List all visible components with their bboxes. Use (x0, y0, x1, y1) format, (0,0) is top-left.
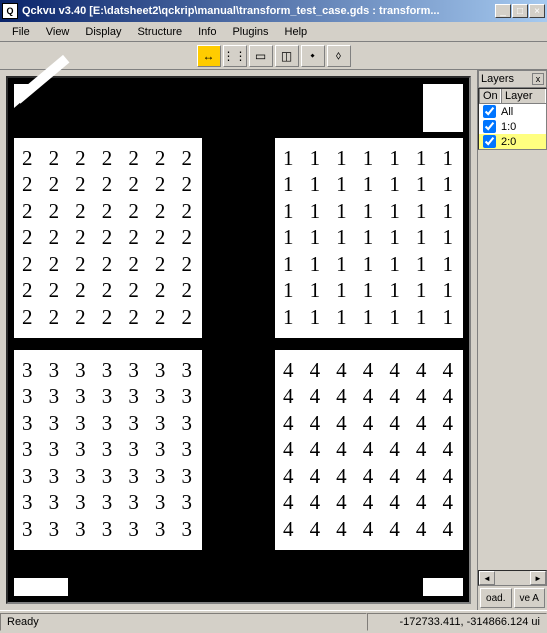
canvas[interactable]: 2222222222222222222222222222222222222222… (6, 76, 471, 604)
menu-file[interactable]: File (4, 24, 38, 40)
layers-panel: Layers x On Layer All 1:0 2:0 ◄ ► oad. ve … (477, 70, 547, 610)
toolbar: ↔ ⋮⋮ ▭ ◫ ⬩ ⬨ (0, 42, 547, 70)
window-title: Qckvu v3.40 [E:\datsheet2\qckrip\manual\… (22, 5, 495, 17)
layer-label: 2:0 (499, 136, 516, 148)
layers-col-layer: Layer (501, 89, 546, 103)
status-text: Ready (0, 613, 367, 631)
decor-box-tr (423, 84, 463, 132)
app-icon: Q (2, 3, 18, 19)
ruler-tool-button[interactable]: ↔ (197, 45, 221, 67)
quadrant-2: 2222222222222222222222222222222222222222… (14, 138, 202, 338)
layer-label: 1:0 (499, 121, 516, 133)
menu-help[interactable]: Help (277, 24, 316, 40)
maximize-button[interactable]: □ (512, 4, 528, 18)
titlebar: Q Qckvu v3.40 [E:\datsheet2\qckrip\manua… (0, 0, 547, 22)
layers-col-on: On (479, 89, 501, 103)
layer-checkbox[interactable] (483, 105, 496, 118)
origin-marker (14, 84, 68, 132)
tool-button-4[interactable]: ⬩ (301, 45, 325, 67)
tool-button-2[interactable]: ▭ (249, 45, 273, 67)
viewport: 2222222222222222222222222222222222222222… (0, 70, 477, 610)
statusbar: Ready -172733.411, -314866.124 ui (0, 610, 547, 632)
menu-plugins[interactable]: Plugins (224, 24, 276, 40)
layer-row[interactable]: 1:0 (479, 119, 546, 134)
tool-button-5[interactable]: ⬨ (327, 45, 351, 67)
layer-checkbox[interactable] (483, 120, 496, 133)
scroll-left-button[interactable]: ◄ (479, 571, 495, 585)
decor-box-bl (14, 578, 68, 596)
scroll-right-button[interactable]: ► (530, 571, 546, 585)
menu-view[interactable]: View (38, 24, 78, 40)
layer-row[interactable]: 2:0 (479, 134, 546, 149)
menu-display[interactable]: Display (77, 24, 129, 40)
tool-button-1[interactable]: ⋮⋮ (223, 45, 247, 67)
layers-scrollbar[interactable]: ◄ ► (478, 570, 547, 586)
tool-button-3[interactable]: ◫ (275, 45, 299, 67)
save-button[interactable]: ve A (514, 588, 546, 608)
layers-panel-header: Layers x (478, 70, 547, 88)
layer-row[interactable]: All (479, 104, 546, 119)
quadrant-1: 1111111111111111111111111111111111111111… (275, 138, 463, 338)
close-button[interactable]: × (529, 4, 545, 18)
layers-panel-close-button[interactable]: x (532, 73, 544, 85)
menu-info[interactable]: Info (190, 24, 224, 40)
layer-checkbox[interactable] (483, 135, 496, 148)
menu-structure[interactable]: Structure (129, 24, 190, 40)
quadrant-3: 3333333333333333333333333333333333333333… (14, 350, 202, 550)
decor-box-br (423, 578, 463, 596)
quadrant-4: 4444444444444444444444444444444444444444… (275, 350, 463, 550)
menubar: File View Display Structure Info Plugins… (0, 22, 547, 42)
minimize-button[interactable]: _ (495, 4, 511, 18)
layer-label: All (499, 106, 513, 118)
layers-table: On Layer All 1:0 2:0 (478, 88, 547, 150)
status-coords: -172733.411, -314866.124 ui (367, 613, 547, 631)
load-button[interactable]: oad. (480, 588, 512, 608)
layers-panel-title: Layers (481, 73, 514, 85)
